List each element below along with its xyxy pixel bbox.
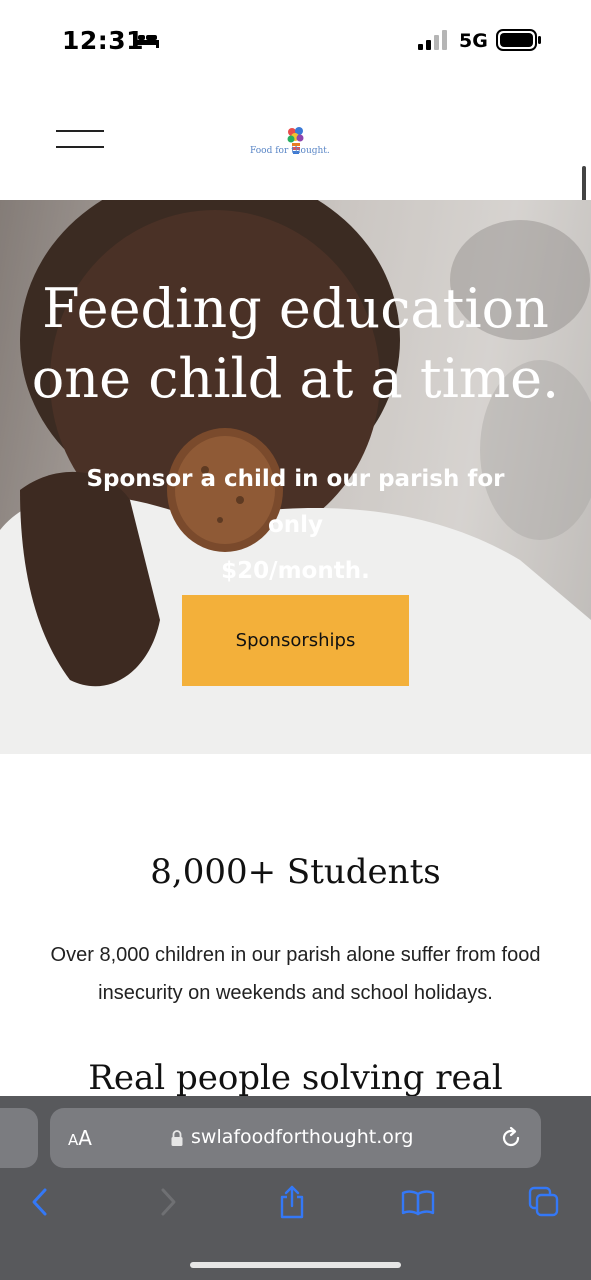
signal-icon — [418, 30, 447, 50]
students-heading: 8,000+ Students — [150, 852, 441, 892]
bed-icon — [133, 32, 159, 48]
hero-subtitle-line-2: $20/month. — [221, 558, 370, 584]
share-icon — [280, 1185, 304, 1219]
reload-icon[interactable] — [499, 1126, 523, 1150]
bookmarks-button[interactable] — [398, 1182, 438, 1222]
previous-tab-preview[interactable] — [0, 1108, 38, 1168]
hero-title: Feeding education one child at a time. — [0, 274, 591, 414]
back-button[interactable] — [20, 1182, 60, 1222]
students-description-line-2: insecurity on weekends and school holida… — [98, 982, 493, 1004]
forward-icon — [161, 1188, 176, 1216]
bookmarks-icon — [401, 1190, 435, 1216]
aa-small-letter: A — [68, 1131, 79, 1149]
status-bar: 12:31 5G — [0, 0, 591, 80]
hero-title-line-1: Feeding education — [42, 277, 549, 340]
students-description-line-1: Over 8,000 children in our parish alone … — [50, 944, 541, 966]
students-description: Over 8,000 children in our parish alone … — [40, 936, 551, 1012]
reader-settings-button[interactable]: AA — [68, 1126, 92, 1150]
hero-title-line-2: one child at a time. — [31, 347, 560, 410]
real-people-heading: Real people solving real — [88, 1058, 503, 1098]
share-button[interactable] — [272, 1182, 312, 1222]
hero-subtitle: Sponsor a child in our parish for only $… — [60, 456, 531, 594]
back-icon — [32, 1188, 47, 1216]
safari-bottom-bar: AA swlafoodforthought.org — [0, 1096, 591, 1280]
hero-subtitle-line-1: Sponsor a child in our parish for only — [86, 466, 505, 538]
tabs-button[interactable] — [524, 1182, 564, 1222]
url-text[interactable]: swlafoodforthought.org — [191, 1126, 413, 1148]
aa-large-letter: A — [78, 1126, 92, 1150]
home-indicator[interactable] — [190, 1262, 401, 1268]
hero-section: Feeding education one child at a time. S… — [0, 200, 591, 754]
address-bar[interactable]: AA swlafoodforthought.org — [50, 1108, 541, 1168]
site-logo[interactable]: Food for thought. — [250, 124, 350, 164]
logo-text: Food for thought. — [250, 146, 330, 156]
battery-icon — [496, 29, 541, 51]
site-header: Food for thought. — [0, 80, 591, 380]
network-type: 5G — [459, 30, 488, 52]
lock-icon — [171, 1130, 183, 1146]
hamburger-menu-icon[interactable] — [56, 130, 104, 150]
sponsorships-button[interactable]: Sponsorships — [182, 595, 409, 686]
forward-button[interactable] — [148, 1182, 188, 1222]
tabs-icon — [528, 1186, 559, 1217]
